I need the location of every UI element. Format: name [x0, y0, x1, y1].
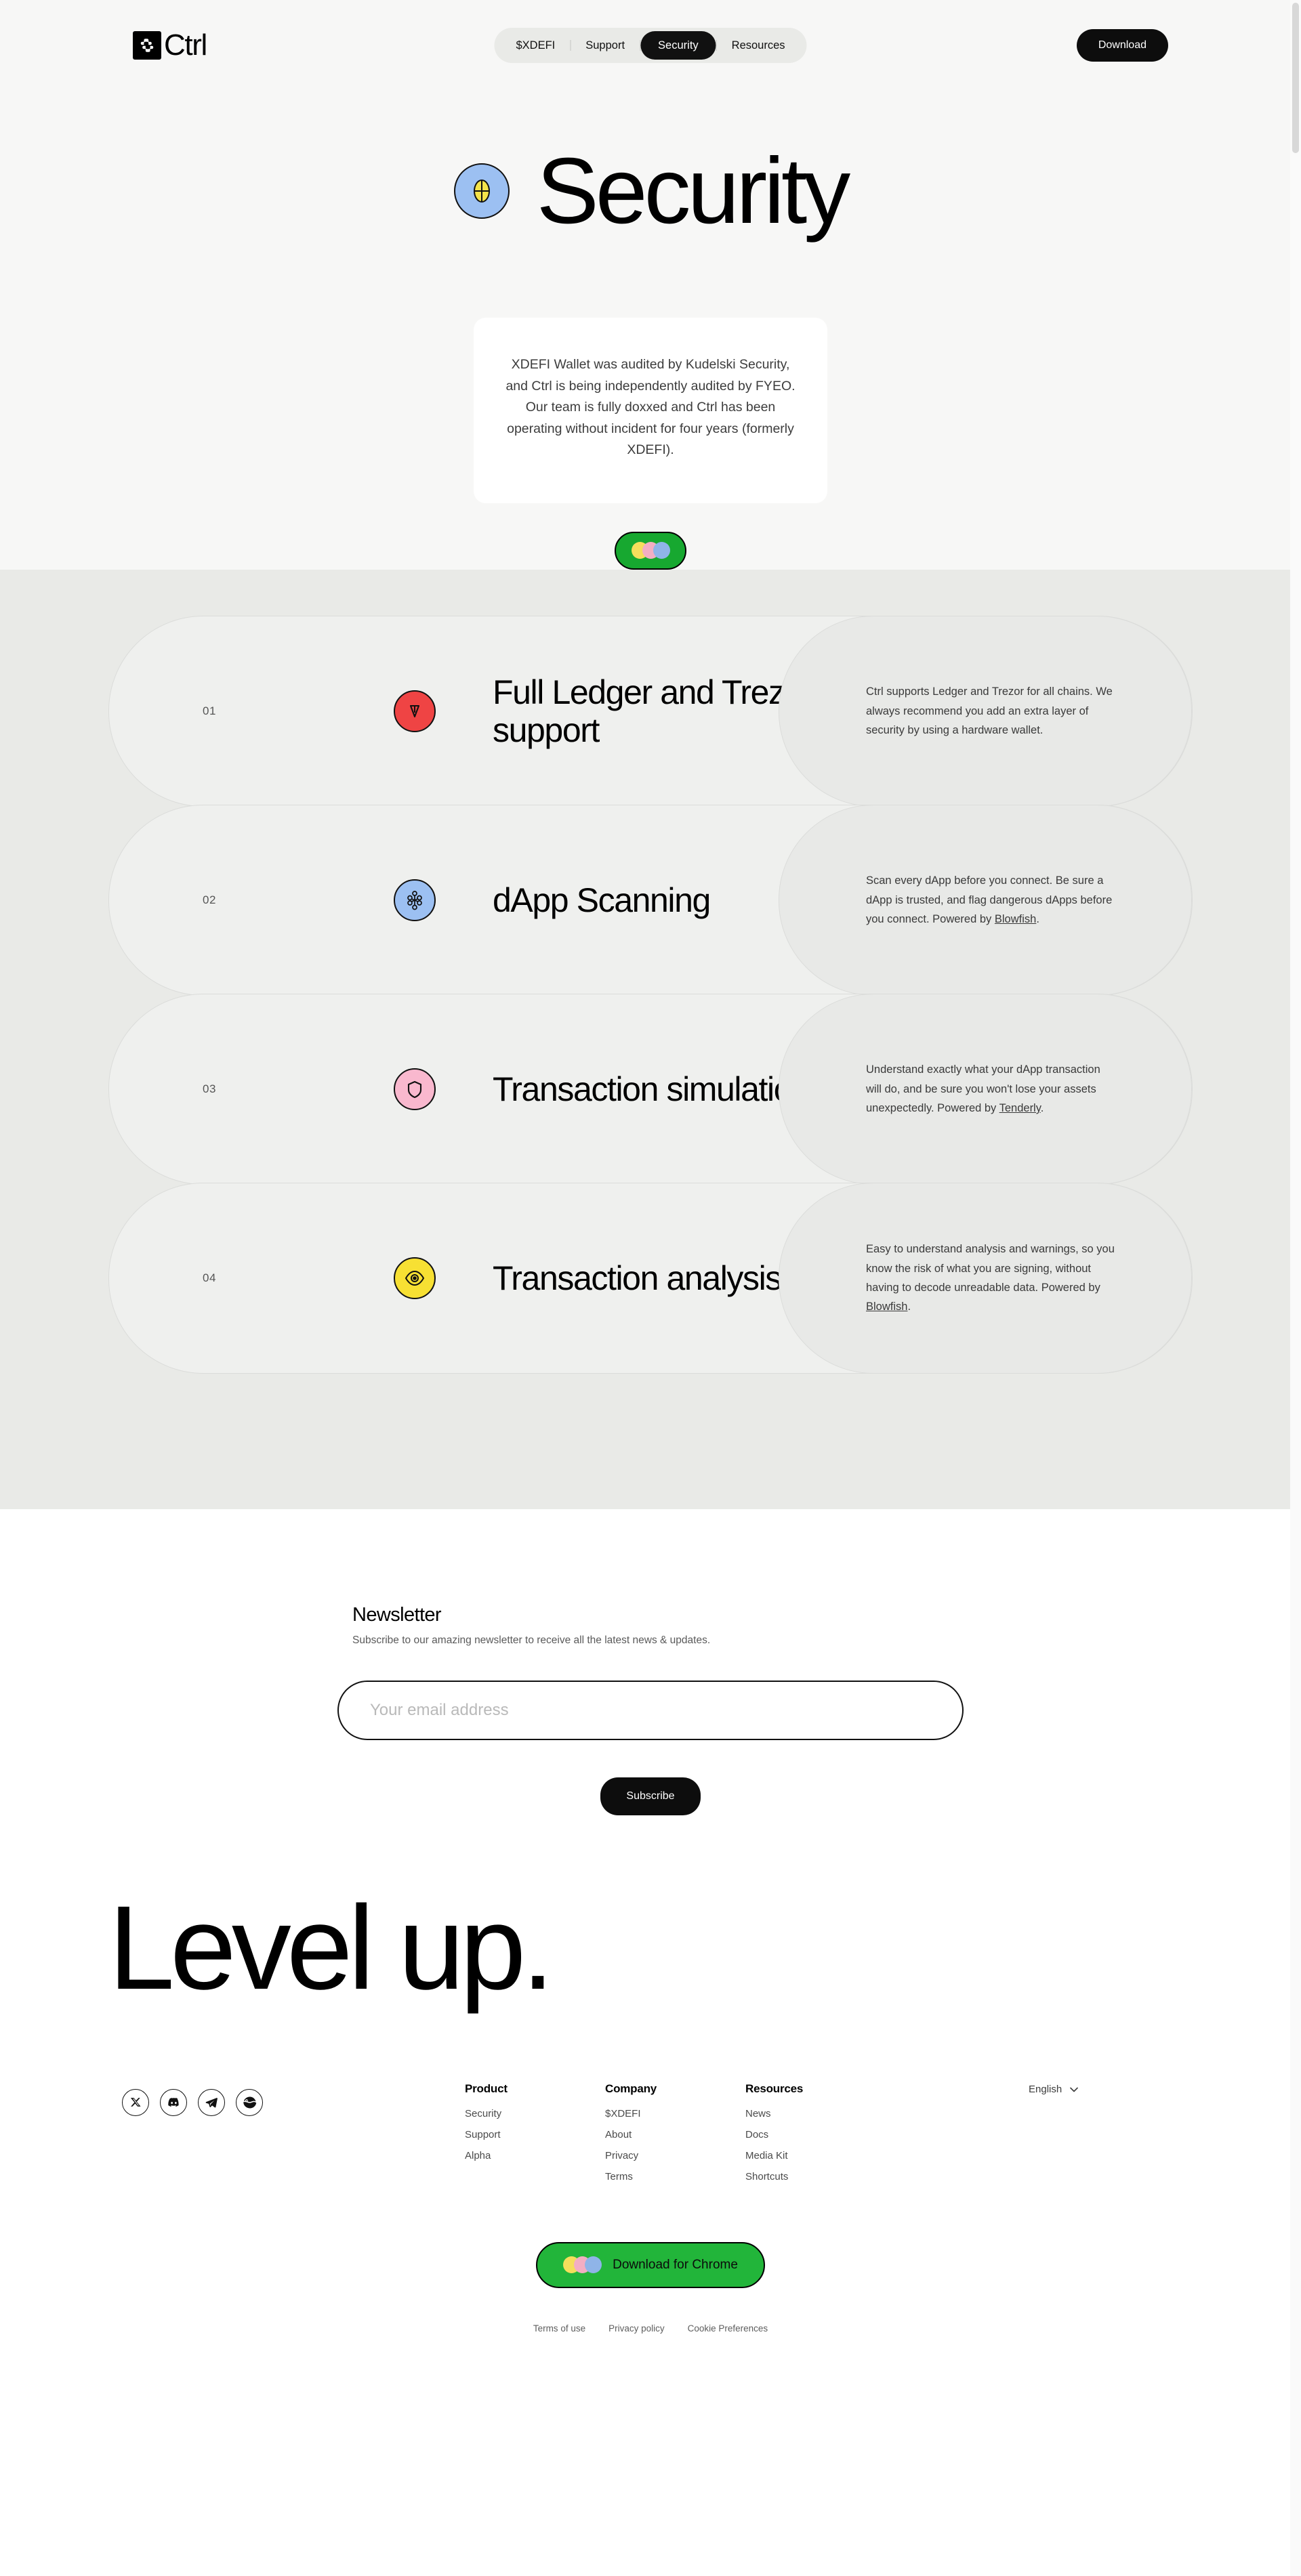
feature-description: Understand exactly what your dApp transa… — [866, 1063, 1100, 1115]
feature-description-panel: Understand exactly what your dApp transa… — [779, 993, 1192, 1185]
feature-description: Easy to understand analysis and warnings… — [866, 1243, 1115, 1313]
feature-row[interactable]: 02 dApp Scanning Scan every dApp before yo… — [108, 804, 1193, 996]
subscribe-button[interactable]: Subscribe — [600, 1777, 701, 1815]
footer-link[interactable]: Support — [465, 2129, 605, 2140]
site-footer: Product Security Support Alpha Company $XDEFI… — [108, 2075, 1193, 2238]
audit-card: XDEFI Wallet was audited by Kudelski Sec… — [474, 318, 827, 503]
site-header: Ctrl $XDEFI Support Security Resources Down… — [0, 0, 1301, 90]
feature-number: 03 — [203, 1082, 216, 1095]
footer-link[interactable]: News — [745, 2108, 886, 2119]
level-up-heading: Level up. — [108, 1881, 554, 2014]
feature-description-panel: Ctrl supports Ledger and Trezor for all … — [779, 615, 1192, 807]
footer-column-heading: Company — [605, 2082, 657, 2095]
feature-description-link[interactable]: Blowfish — [866, 1301, 907, 1313]
x-twitter-icon[interactable] — [122, 2088, 149, 2116]
feature-title: dApp Scanning — [493, 881, 711, 919]
download-button[interactable]: Download — [1076, 28, 1168, 62]
features-section: 01 Full Ledger and Trezor support Ctrl sup… — [0, 569, 1301, 1509]
legal-links: Terms of use Privacy policy Cookie Prefere… — [0, 2323, 1301, 2358]
feature-description-link[interactable]: Tenderly — [999, 1102, 1041, 1114]
footer-column-company: Company $XDEFI About Privacy Terms — [605, 2082, 745, 2192]
newsletter-subtitle: Subscribe to our amazing newsletter to r… — [352, 1634, 711, 1646]
legal-link[interactable]: Terms of use — [533, 2323, 585, 2334]
footer-link[interactable]: About — [605, 2129, 745, 2140]
chrome-cta-wrapper: Download for Chrome — [0, 2241, 1301, 2288]
feature-row[interactable]: 03 Transaction simulation Understand exact… — [108, 993, 1193, 1185]
chrome-extension-pill-button[interactable] — [615, 531, 686, 570]
feature-number: 04 — [203, 1271, 216, 1284]
footer-link[interactable]: Security — [465, 2108, 605, 2119]
feature-title: Transaction simulation — [493, 1070, 810, 1108]
language-label: English — [1029, 2083, 1062, 2095]
footer-link[interactable]: Media Kit — [745, 2150, 886, 2161]
features-spacer — [0, 1373, 1301, 1509]
legal-link[interactable]: Cookie Preferences — [688, 2323, 768, 2334]
globe-badge-icon — [453, 163, 510, 219]
footer-link[interactable]: Shortcuts — [745, 2171, 886, 2182]
nav-item-resources[interactable]: Resources — [717, 28, 800, 63]
discord-icon[interactable] — [160, 2088, 187, 2116]
nav-item-security[interactable]: Security — [640, 30, 716, 60]
primary-nav: $XDEFI Support Security Resources — [494, 27, 807, 63]
footer-column-product: Product Security Support Alpha — [465, 2082, 605, 2192]
footer-link[interactable]: Docs — [745, 2129, 886, 2140]
shield-icon — [394, 1068, 436, 1110]
feature-title: Full Ledger and Trezor support — [493, 673, 814, 749]
feature-row[interactable]: 04 Transaction analysis Easy to understand… — [108, 1182, 1193, 1374]
footer-link[interactable]: $XDEFI — [605, 2108, 745, 2119]
brand-name: Ctrl — [164, 28, 207, 62]
footer-column-resources: Resources News Docs Media Kit Shortcuts — [745, 2082, 886, 2192]
footer-link-columns: Product Security Support Alpha Company $XDEFI… — [465, 2082, 886, 2192]
feature-number: 02 — [203, 893, 216, 906]
nav-item-support[interactable]: Support — [571, 28, 640, 63]
eye-icon — [394, 1257, 436, 1299]
feature-description: Ctrl supports Ledger and Trezor for all … — [866, 685, 1113, 737]
feature-number: 01 — [203, 704, 216, 717]
footer-link[interactable]: Privacy — [605, 2150, 745, 2161]
newsletter-section: Newsletter Subscribe to our amazing news… — [0, 1508, 1301, 2358]
footer-link[interactable]: Terms — [605, 2171, 745, 2182]
feature-description-panel: Easy to understand analysis and warnings… — [779, 1182, 1192, 1374]
page-title: Security — [536, 139, 850, 243]
social-links — [122, 2088, 263, 2116]
footer-link[interactable]: Alpha — [465, 2150, 605, 2161]
feature-description-panel: Scan every dApp before you connect. Be s… — [779, 804, 1192, 996]
audit-text: XDEFI Wallet was audited by Kudelski Sec… — [505, 357, 796, 458]
legal-link[interactable]: Privacy policy — [608, 2323, 665, 2334]
chrome-rings-icon — [631, 542, 670, 559]
feature-description: Scan every dApp before you connect. Be s… — [866, 874, 1113, 926]
brand-logo[interactable]: Ctrl — [133, 30, 207, 60]
feature-row[interactable]: 01 Full Ledger and Trezor support Ctrl sup… — [108, 615, 1193, 807]
page-scrollbar[interactable] — [1290, 0, 1301, 2576]
feature-description-link[interactable]: Blowfish — [995, 913, 1036, 925]
email-input[interactable] — [337, 1680, 964, 1740]
chrome-rings-icon — [563, 2256, 602, 2274]
footer-column-heading: Product — [465, 2082, 508, 2095]
download-for-chrome-button[interactable]: Download for Chrome — [536, 2241, 765, 2288]
footer-column-heading: Resources — [745, 2082, 804, 2095]
ledger-icon — [394, 690, 436, 732]
feature-title: Transaction analysis — [493, 1259, 782, 1297]
coingecko-icon[interactable] — [236, 2088, 263, 2116]
hero-section: Security XDEFI Wallet was audited by Kud… — [0, 90, 1301, 570]
nav-item-xdefi[interactable]: $XDEFI — [501, 28, 570, 63]
chevron-down-icon — [1070, 2084, 1079, 2095]
language-selector[interactable]: English — [1029, 2083, 1079, 2095]
telegram-icon[interactable] — [198, 2088, 225, 2116]
molecule-icon — [394, 879, 436, 921]
newsletter-title: Newsletter — [352, 1603, 442, 1626]
page-scrollbar-thumb[interactable] — [1292, 3, 1299, 153]
download-for-chrome-label: Download for Chrome — [613, 2257, 738, 2272]
ctrl-pinwheel-logo-icon — [133, 30, 161, 60]
